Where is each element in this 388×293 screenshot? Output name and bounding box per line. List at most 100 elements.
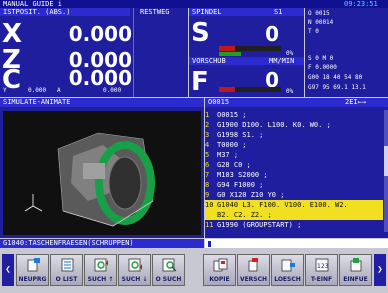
insert-button[interactable]: EINFUE — [339, 254, 372, 286]
clock: 09:23:51 — [344, 0, 378, 8]
line-number: 9 — [205, 191, 210, 199]
softkey-right-arrow[interactable]: ❯ — [374, 254, 386, 286]
program-line: G0 X120 Z10 Y0 ; — [217, 191, 285, 199]
program-line: M37 ; — [217, 151, 239, 159]
program-listing[interactable]: 1 O0015 ; 2 G1900 D100. L100. K0. W0. ; 3G… — [205, 110, 383, 232]
modal-line: T 0 — [308, 28, 319, 35]
line-number: 8 — [205, 181, 210, 189]
search-up-icon — [94, 258, 108, 272]
t-insert-icon: 123 — [315, 258, 329, 272]
insert-icon — [350, 258, 362, 272]
line-number: 11 — [205, 221, 214, 229]
title-bar: MANUAL GUIDE i 09:23:51 — [0, 0, 388, 8]
axis-y-value: 0.000 — [28, 87, 47, 94]
axis-y-letter: Y — [3, 87, 7, 94]
line-number: 10 — [205, 201, 214, 209]
app-title: MANUAL GUIDE i — [3, 0, 63, 8]
line-number: 6 — [205, 161, 210, 169]
simulation-title: SIMULATE-ANIMATE — [3, 98, 71, 106]
program-panel: O0015 2EI←→ 1 O0015 ; 2 G1900 D100. L100. … — [205, 98, 388, 238]
delete-icon — [281, 259, 295, 272]
modal-line: S 0 M 0 — [308, 55, 334, 62]
status-line: G1040:TASCHENFRAESEN(SCHRUPPEN) — [0, 239, 204, 248]
position-title: ISTPOSIT. (ABS.) — [3, 8, 71, 16]
search-down-button[interactable]: SUCH ↓ — [118, 254, 151, 286]
move-icon — [248, 258, 258, 272]
softkey-label: O SUCH — [155, 276, 182, 283]
modal-panel: O 0015 N 00014 T 0 S 0 M 0 F 0.0000 G00 … — [305, 8, 388, 97]
simulation-view[interactable] — [3, 111, 201, 235]
softkey-label: O LIST — [55, 276, 78, 283]
spindle-green-bar — [219, 52, 241, 56]
softkey-label: VERSCH — [239, 276, 268, 283]
feed-load-bar — [219, 87, 281, 92]
spindle-channel: S1 — [274, 8, 283, 16]
feed-title: VORSCHUB — [192, 57, 226, 65]
spindle-percent: 0% — [286, 50, 294, 57]
program-line: G1990 (GROUPSTART) ; — [217, 221, 302, 229]
highlighted-line[interactable]: B2. C2. Z2. ; — [205, 210, 383, 220]
softkey-left-arrow[interactable]: ❮ — [2, 254, 14, 286]
line-number: 4 — [205, 141, 210, 149]
line-number: 2 — [205, 121, 210, 129]
neuprg-button[interactable]: NEUPRG — [16, 254, 49, 286]
softkey-label: T-EINF — [310, 276, 333, 283]
program-line: G28 C0 ; — [217, 161, 251, 169]
position-panel: ISTPOSIT. (ABS.) RESTWEG X 0.000 Z 0.000… — [0, 8, 188, 97]
modal-line: F 0.0000 — [308, 64, 337, 71]
softkey-label: LOESCH — [274, 276, 301, 283]
line-number: 1 — [205, 111, 210, 119]
line-number: 5 — [205, 151, 210, 159]
spindle-load-bar — [219, 46, 281, 51]
program-line: G1998 S1. ; — [217, 131, 264, 139]
feed-unit: MM/MIN — [269, 57, 295, 65]
search-up-button[interactable]: SUCH ↑ — [84, 254, 117, 286]
program-line: B2. C2. Z2. ; — [217, 211, 272, 219]
program-line: T0000 ; — [217, 141, 247, 149]
program-line: G1040 L3. F100. V100. E100. W2. — [217, 201, 348, 209]
axis-c-value: 0.000 — [68, 66, 132, 90]
delete-button[interactable]: LOESCH — [271, 254, 304, 286]
highlighted-line[interactable]: 10 G1040 L3. F100. V100. E100. W2. — [205, 200, 383, 210]
simulation-panel: SIMULATE-ANIMATE — [0, 98, 204, 238]
spindle-panel: SPINDEL S1 S 0 0% VORSCHUB MM/MIN F 0 0% — [189, 8, 304, 97]
program-line: O0015 ; — [217, 111, 247, 119]
restweg-tab[interactable]: RESTWEG — [140, 9, 170, 16]
copy-icon — [213, 258, 228, 272]
feed-percent: 0% — [286, 88, 294, 95]
program-scrollbar[interactable] — [384, 110, 388, 232]
t-insert-button[interactable]: 123 T-EINF — [305, 254, 338, 286]
spindle-title: SPINDEL — [192, 8, 222, 16]
line-number: 7 — [205, 171, 210, 179]
feed-letter: F — [191, 67, 209, 97]
modal-line: G00 18 40 54 80 — [308, 74, 363, 81]
modal-line: O 0015 — [308, 10, 330, 17]
program-line: M103 S2000 ; — [217, 171, 268, 179]
softkey-label: SUCH ↓ — [121, 276, 148, 283]
svg-text:123: 123 — [317, 263, 329, 270]
copy-button[interactable]: KOPIE — [203, 254, 236, 286]
new-program-icon — [27, 258, 40, 272]
softkey-label: SUCH ↑ — [87, 276, 114, 283]
axis-x-letter: X — [2, 19, 23, 49]
softkey-label: EINFUE — [343, 276, 368, 283]
olist-button[interactable]: O LIST — [50, 254, 83, 286]
line-number: 3 — [205, 131, 210, 139]
spindle-value: 0 — [265, 22, 279, 46]
axis-a-letter: A — [57, 87, 61, 94]
program-search-button[interactable]: O SUCH — [152, 254, 185, 286]
program-name: O0015 — [208, 98, 230, 106]
program-list-icon — [61, 258, 74, 272]
softkey-label: NEUPRG — [18, 276, 47, 283]
input-line[interactable] — [205, 239, 388, 248]
axis-a-value: 0.000 — [103, 87, 122, 94]
modal-line: G97 95 69.1 13.1 — [308, 84, 366, 91]
move-button[interactable]: VERSCH — [237, 254, 270, 286]
status-message: G1040:TASCHENFRAESEN(SCHRUPPEN) — [3, 239, 134, 247]
program-line: G94 F1000 ; — [217, 181, 264, 189]
spindle-letter: S — [191, 18, 210, 48]
axis-x-value: 0.000 — [68, 22, 132, 46]
softkey-label: KOPIE — [209, 276, 230, 283]
modal-line: N 00014 — [308, 19, 334, 26]
program-line: G1900 D100. L100. K0. W0. ; — [217, 121, 331, 129]
